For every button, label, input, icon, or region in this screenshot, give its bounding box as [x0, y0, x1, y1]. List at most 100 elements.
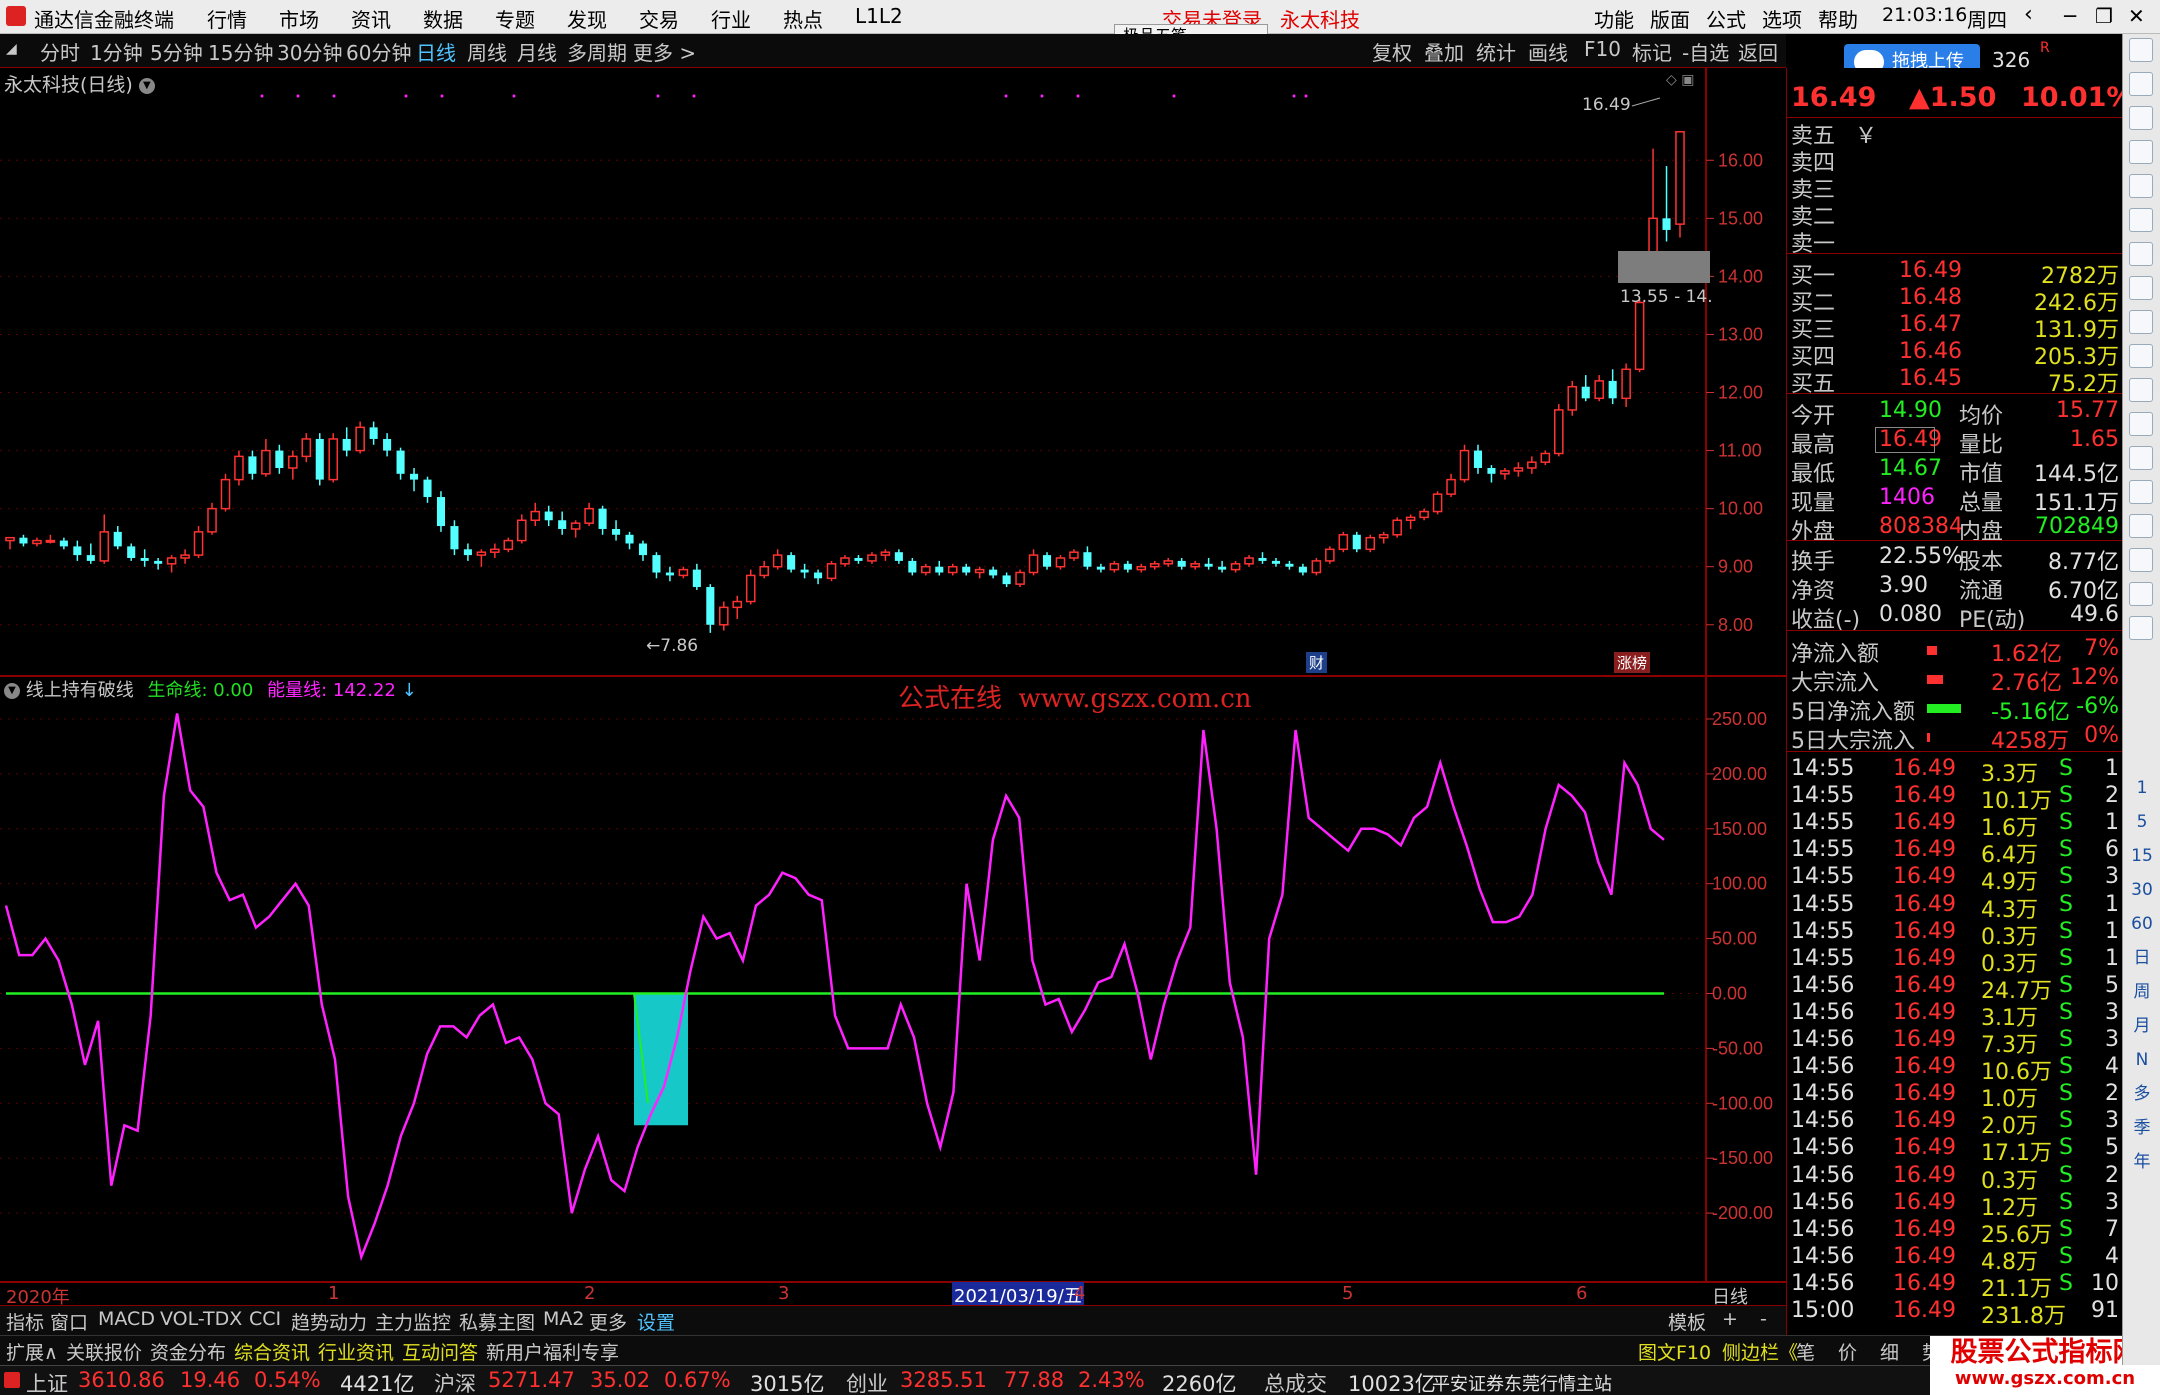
f2-icon[interactable]: [2129, 344, 2153, 368]
menu-jiaoyi[interactable]: 交易: [639, 4, 679, 33]
period-5min[interactable]: 5分钟: [150, 37, 203, 66]
tab-chuangkou[interactable]: 窗口: [50, 1308, 88, 1335]
sidebar-period-0[interactable]: 1: [2127, 774, 2157, 802]
menu-faxian[interactable]: 发现: [567, 4, 607, 33]
tab-bi[interactable]: 笔: [1796, 1338, 1815, 1365]
period-daily[interactable]: 日线: [416, 37, 456, 66]
badge-bang[interactable]: 涨榜: [1614, 652, 1651, 673]
table-icon[interactable]: [2129, 310, 2153, 334]
menu-bangzhu[interactable]: 帮助: [1818, 4, 1858, 33]
tab-gengduo[interactable]: 更多: [589, 1308, 627, 1335]
cy-label[interactable]: 创业: [846, 1368, 888, 1395]
fs-icon[interactable]: [2129, 582, 2153, 606]
sidebar-period-10[interactable]: 季: [2127, 1114, 2157, 1142]
period-15min[interactable]: 15分钟: [208, 37, 273, 66]
chart-icon[interactable]: [2129, 174, 2153, 198]
up-arrow-icon[interactable]: [2129, 38, 2153, 62]
period-more[interactable]: 更多 >: [633, 37, 696, 66]
period-fenshi[interactable]: 分时: [40, 37, 80, 66]
menu-l1l2[interactable]: L1L2: [855, 4, 903, 28]
menu-gongneng[interactable]: 功能: [1594, 4, 1634, 33]
tab-zhibiao[interactable]: 指标: [6, 1308, 44, 1335]
tool-biaoji[interactable]: 标记: [1632, 37, 1672, 66]
menu-shuju[interactable]: 数据: [423, 4, 463, 33]
tab-cebianlan[interactable]: 侧边栏《: [1722, 1338, 1798, 1365]
list-icon[interactable]: [2129, 242, 2153, 266]
down-arrow-icon[interactable]: [2129, 72, 2153, 96]
tab-moban[interactable]: 模板: [1668, 1308, 1706, 1335]
sh-label[interactable]: 上证: [26, 1368, 68, 1395]
tab-simu[interactable]: 私募主图: [459, 1308, 535, 1335]
menu-zixun[interactable]: 资讯: [351, 4, 391, 33]
badge-cai[interactable]: 财: [1306, 652, 1328, 673]
tab-xi[interactable]: 细: [1880, 1338, 1899, 1365]
sidebar-period-8[interactable]: N: [2127, 1046, 2157, 1074]
tab-zijin[interactable]: 资金分布: [150, 1338, 226, 1365]
period-1min[interactable]: 1分钟: [90, 37, 143, 66]
sidebar-period-4[interactable]: 60: [2127, 910, 2157, 938]
period-monthly[interactable]: 月线: [517, 37, 557, 66]
grid-icon[interactable]: [2129, 140, 2153, 164]
period-60min[interactable]: 60分钟: [346, 37, 411, 66]
clock-icon[interactable]: [2129, 412, 2153, 436]
tool-diejia[interactable]: 叠加: [1424, 37, 1464, 66]
tab-vol-tdx[interactable]: VOL-TDX: [160, 1308, 242, 1330]
rsi-icon[interactable]: [2129, 446, 2153, 470]
period-weekly[interactable]: 周线: [467, 37, 507, 66]
menu-hangqing[interactable]: 行情: [207, 4, 247, 33]
menu-xuanxiang[interactable]: 选项: [1762, 4, 1802, 33]
tool-tongji[interactable]: 统计: [1476, 37, 1516, 66]
menu-zhuanti[interactable]: 专题: [495, 4, 535, 33]
tab-xinyonghu[interactable]: 新用户福利专享: [486, 1338, 619, 1365]
tab-jia[interactable]: 价: [1838, 1338, 1857, 1365]
period-multi[interactable]: 多周期: [567, 37, 627, 66]
menu-hangye[interactable]: 行业: [711, 4, 751, 33]
menu-shichang[interactable]: 市场: [279, 4, 319, 33]
settings-icon[interactable]: [2129, 480, 2153, 504]
move-icon[interactable]: [2129, 514, 2153, 538]
tab-zonghe[interactable]: 综合资讯: [234, 1338, 310, 1365]
period-30min[interactable]: 30分钟: [277, 37, 342, 66]
sidebar-period-7[interactable]: 月: [2127, 1012, 2157, 1040]
sidebar-period-11[interactable]: 年: [2127, 1148, 2157, 1176]
flow-icon[interactable]: [2129, 378, 2153, 402]
tab-macd[interactable]: MACD: [98, 1308, 155, 1330]
tool-zixuan[interactable]: -自选: [1682, 37, 1729, 66]
news-icon[interactable]: [2129, 106, 2153, 130]
tab-kuozhan[interactable]: 扩展∧: [6, 1338, 58, 1365]
refresh-icon[interactable]: [2129, 616, 2153, 640]
tool-huaxian[interactable]: 画线: [1528, 37, 1568, 66]
sidebar-period-1[interactable]: 5: [2127, 808, 2157, 836]
candle-icon[interactable]: [2129, 208, 2153, 232]
chart-settings-icons[interactable]: ◇ ▣: [1666, 72, 1694, 88]
restore-icon[interactable]: ❐: [2095, 4, 2113, 28]
back-icon[interactable]: ‹: [2024, 2, 2033, 27]
menu-banmian[interactable]: 版面: [1650, 4, 1690, 33]
collapse-icon[interactable]: ◢: [6, 41, 17, 57]
tab-minus[interactable]: -: [1760, 1308, 1767, 1330]
close-icon[interactable]: ✕: [2128, 4, 2145, 28]
sidebar-period-9[interactable]: 多: [2127, 1080, 2157, 1108]
sidebar-period-5[interactable]: 日: [2127, 944, 2157, 972]
sidebar-period-6[interactable]: 周: [2127, 978, 2157, 1006]
tab-ma2[interactable]: MA2: [543, 1308, 584, 1330]
tab-zhuli[interactable]: 主力监控: [375, 1308, 451, 1335]
sidebar-period-2[interactable]: 15: [2127, 842, 2157, 870]
tab-hangye[interactable]: 行业资讯: [318, 1338, 394, 1365]
chart-dropdown-icon[interactable]: ▼: [138, 77, 155, 94]
menu-gongshi[interactable]: 公式: [1706, 4, 1746, 33]
pen-icon[interactable]: [2129, 548, 2153, 572]
tool-f10[interactable]: F10: [1584, 37, 1621, 61]
tab-guanlian[interactable]: 关联报价: [66, 1338, 142, 1365]
tab-cci[interactable]: CCI: [249, 1308, 281, 1330]
hs-label[interactable]: 沪深: [434, 1368, 476, 1395]
f10-icon[interactable]: [2129, 276, 2153, 300]
tool-fanhui[interactable]: 返回: [1738, 37, 1778, 66]
menu-redian[interactable]: 热点: [783, 4, 823, 33]
tab-hudong[interactable]: 互动问答: [402, 1338, 478, 1365]
indicator-dropdown-icon[interactable]: ▼: [4, 683, 20, 699]
sidebar-period-3[interactable]: 30: [2127, 876, 2157, 904]
tab-shezhi[interactable]: 设置: [637, 1308, 675, 1335]
minimize-icon[interactable]: ─: [2064, 4, 2076, 28]
tab-plus[interactable]: +: [1722, 1308, 1738, 1330]
